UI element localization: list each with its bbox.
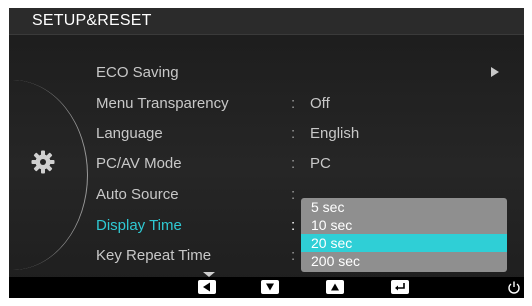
dropdown-option-selected[interactable]: 20 sec (301, 234, 507, 252)
key-guide-bar (9, 277, 524, 298)
menu-item-value: Off (310, 95, 330, 112)
menu-item-label: Menu Transparency (96, 95, 229, 112)
menu-item-colon: : (291, 217, 296, 234)
menu-item-eco-saving[interactable]: ECO Saving (96, 64, 516, 84)
menu-arc-decoration (9, 80, 88, 270)
menu-item-value: PC (310, 155, 331, 172)
left-key-icon[interactable] (198, 280, 216, 294)
display-time-dropdown[interactable]: 5 sec 10 sec 20 sec 200 sec (301, 198, 507, 272)
menu-item-colon: : (291, 186, 296, 203)
menu-item-colon: : (291, 247, 296, 264)
menu-item-label: Language (96, 125, 163, 142)
menu-item-label: ECO Saving (96, 64, 179, 81)
dropdown-option[interactable]: 200 sec (301, 252, 507, 270)
up-key-icon[interactable] (326, 280, 344, 294)
down-key-icon[interactable] (261, 280, 279, 294)
menu-title: SETUP&RESET (32, 12, 152, 29)
gear-icon (31, 150, 55, 174)
menu-item-pc-av-mode[interactable]: PC/AV Mode : PC (96, 155, 516, 175)
power-icon[interactable] (507, 280, 521, 294)
dropdown-option[interactable]: 5 sec (301, 198, 507, 216)
menu-item-label: Key Repeat Time (96, 247, 212, 264)
submenu-arrow-icon (491, 67, 499, 77)
menu-item-colon: : (291, 155, 296, 172)
menu-item-colon: : (291, 95, 296, 112)
title-bar: SETUP&RESET (9, 8, 524, 35)
menu-item-label: Display Time (96, 217, 182, 234)
menu-item-label: PC/AV Mode (96, 155, 182, 172)
enter-key-icon[interactable] (391, 280, 409, 294)
menu-item-label: Auto Source (96, 186, 179, 203)
menu-item-colon: : (291, 125, 296, 142)
menu-item-language[interactable]: Language : English (96, 125, 516, 145)
menu-item-menu-transparency[interactable]: Menu Transparency : Off (96, 95, 516, 115)
menu-item-value: English (310, 125, 360, 142)
dropdown-option[interactable]: 10 sec (301, 216, 507, 234)
osd-menu: SETUP&RESET ECO Saving Menu Transparency… (9, 8, 524, 298)
